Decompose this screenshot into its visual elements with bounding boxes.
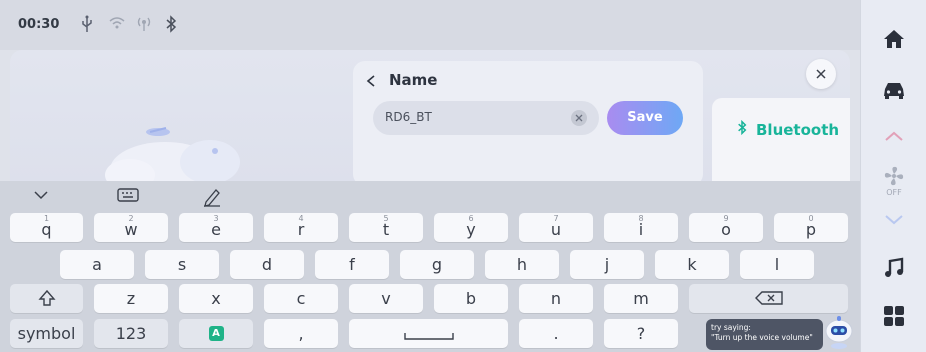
numbers-key[interactable]: 123 xyxy=(94,319,168,348)
close-icon xyxy=(816,69,826,79)
settings-side-list: Bluetooth xyxy=(712,98,850,184)
key-u[interactable]: 7u xyxy=(519,213,593,242)
key-g[interactable]: g xyxy=(400,250,474,279)
handwriting-icon[interactable] xyxy=(202,187,222,211)
apps-grid-icon[interactable] xyxy=(882,304,906,332)
key-m[interactable]: m xyxy=(604,284,678,313)
space-key[interactable] xyxy=(349,319,508,348)
key-b[interactable]: b xyxy=(434,284,508,313)
key-e[interactable]: 3e xyxy=(179,213,253,242)
right-dock: OFF xyxy=(860,0,926,352)
chevron-down-icon[interactable] xyxy=(882,212,906,231)
key-z[interactable]: z xyxy=(94,284,168,313)
symbol-key[interactable]: symbol xyxy=(10,319,83,348)
fan-status: OFF xyxy=(886,188,902,197)
clock: 00:30 xyxy=(18,17,60,32)
sidebar-item-bluetooth[interactable]: Bluetooth xyxy=(736,119,840,139)
name-input-value: RD6_BT xyxy=(385,110,432,124)
bluetooth-icon xyxy=(164,15,178,37)
space-icon xyxy=(403,333,454,340)
voice-hint-bubble: try saying: "Turn up the voice volume" xyxy=(706,319,823,350)
language-key[interactable]: A xyxy=(179,319,253,348)
key-n[interactable]: n xyxy=(519,284,593,313)
collapse-icon[interactable] xyxy=(32,187,50,206)
panel-title: Name xyxy=(389,71,438,89)
hint-line-1: try saying: xyxy=(711,323,751,332)
key-s[interactable]: s xyxy=(145,250,219,279)
name-edit-panel: Name RD6_BT Save xyxy=(353,61,703,186)
backspace-key[interactable] xyxy=(689,284,848,313)
key-p[interactable]: 0p xyxy=(774,213,848,242)
key-i[interactable]: 8i xyxy=(604,213,678,242)
home-icon[interactable] xyxy=(882,28,906,54)
on-screen-keyboard: 1q 2w 3e 4r 5t 6y 7u 8i 9o 0p a s d f g … xyxy=(0,181,860,352)
key-r[interactable]: 4r xyxy=(264,213,338,242)
key-c[interactable]: c xyxy=(264,284,338,313)
close-button[interactable] xyxy=(806,59,836,89)
back-chevron-icon[interactable] xyxy=(365,73,377,92)
key-w[interactable]: 2w xyxy=(94,213,168,242)
key-h[interactable]: h xyxy=(485,250,559,279)
key-j[interactable]: j xyxy=(570,250,644,279)
clear-icon[interactable] xyxy=(571,110,587,126)
shift-key[interactable] xyxy=(10,284,83,313)
chevron-up-icon[interactable] xyxy=(882,128,906,147)
status-bar: 00:30 xyxy=(0,0,860,50)
key-l[interactable]: l xyxy=(740,250,814,279)
language-badge: A xyxy=(208,326,224,341)
key-y[interactable]: 6y xyxy=(434,213,508,242)
key-v[interactable]: v xyxy=(349,284,423,313)
period-key[interactable]: . xyxy=(519,319,593,348)
question-key[interactable]: ? xyxy=(604,319,678,348)
name-input[interactable]: RD6_BT xyxy=(373,101,599,135)
usb-icon xyxy=(80,15,94,37)
key-f[interactable]: f xyxy=(315,250,389,279)
keyboard-icon[interactable] xyxy=(117,187,139,207)
car-icon[interactable] xyxy=(882,80,906,104)
wifi-icon xyxy=(108,15,126,35)
sidebar-item-label: Bluetooth xyxy=(756,121,840,139)
key-q[interactable]: 1q xyxy=(10,213,83,242)
backspace-icon xyxy=(754,291,783,305)
comma-key[interactable]: , xyxy=(264,319,338,348)
cloud-illustration xyxy=(105,127,240,184)
music-icon[interactable] xyxy=(882,256,906,284)
hint-line-2: "Turn up the voice volume" xyxy=(711,333,813,342)
key-x[interactable]: x xyxy=(179,284,253,313)
bluetooth-icon xyxy=(738,119,747,136)
voice-assistant-icon[interactable] xyxy=(822,313,856,352)
key-t[interactable]: 5t xyxy=(349,213,423,242)
shift-icon xyxy=(37,289,56,306)
key-k[interactable]: k xyxy=(655,250,729,279)
key-a[interactable]: a xyxy=(60,250,134,279)
key-d[interactable]: d xyxy=(230,250,304,279)
hotspot-icon xyxy=(136,15,152,37)
save-button[interactable]: Save xyxy=(607,101,683,135)
key-o[interactable]: 9o xyxy=(689,213,763,242)
